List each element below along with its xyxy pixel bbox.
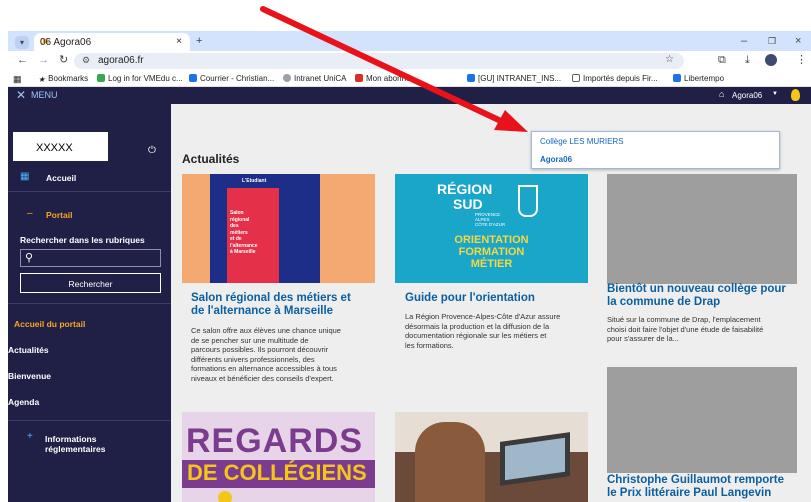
card-text-salon: Ce salon offre aux élèves une chance uni…	[191, 326, 341, 383]
divider	[8, 420, 171, 421]
card-image-regards[interactable]: REGARDS DE COLLÉGIENS	[182, 412, 375, 502]
bookmark-item[interactable]: Intranet UniCA	[283, 74, 346, 83]
sidebar-item-informations[interactable]: Informations	[45, 434, 96, 444]
minimize-icon[interactable]: –	[741, 36, 747, 47]
card-text-orientation: La Région Provence-Alpes-Côte d'Azur ass…	[405, 312, 561, 350]
dropdown-item-agora06[interactable]: Agora06	[540, 155, 572, 164]
restore-icon[interactable]: ❐	[768, 37, 776, 46]
address-bar[interactable]: ⚙ agora06.fr ☆	[74, 53, 684, 69]
page-title: Actualités	[182, 152, 240, 166]
site-info-icon[interactable]: ⚙	[82, 55, 90, 66]
bookmark-item[interactable]: ★ Bookmarks	[38, 74, 88, 84]
browser-tab[interactable]: 06 06 Agora06 ×	[34, 33, 190, 51]
card-image-guillaumot[interactable]	[607, 367, 797, 473]
plus-icon[interactable]: +	[27, 431, 33, 442]
poster-logo: L'Etudiant	[242, 178, 267, 184]
home-icon: ⌂	[719, 89, 725, 99]
chevron-down-icon[interactable]: ▼	[772, 91, 778, 97]
sidebar-item-informations-line2[interactable]: réglementaires	[45, 444, 105, 454]
sidebar-item-actualites[interactable]: Actualités	[8, 345, 49, 355]
card-title-salon[interactable]: Salon régional des métiers et de l'altern…	[191, 292, 371, 318]
close-window-icon[interactable]: ×	[795, 36, 801, 47]
sidebar-item-agenda[interactable]: Agenda	[8, 397, 39, 407]
poster-regards-title: REGARDS	[186, 422, 364, 460]
card-title-guillaumot[interactable]: Christophe Guillaumot remporte le Prix li…	[607, 474, 811, 500]
card-image-salon[interactable]: L'Etudiant Salon régional des métiers et de l…	[182, 174, 375, 283]
poster-orientation-text: ORIENTATION FORMATION MÉTIER	[454, 234, 529, 270]
poster-region-sub: SUD	[453, 196, 483, 212]
search-heading: Rechercher dans les rubriques	[20, 235, 145, 245]
card-image-orientation[interactable]: RÉGION SUD PROVENCE ALPES CÔTE D'AZUR ORIE…	[395, 174, 588, 283]
reload-icon[interactable]: ↻	[59, 55, 68, 66]
poster-region-title: RÉGION	[437, 181, 493, 197]
bookmark-item[interactable]: [GU] INTRANET_INS...	[467, 74, 561, 83]
sidebar: XXXXX ⏻ ▦ Accueil – Portail Rechercher d…	[8, 104, 171, 502]
close-menu-icon[interactable]: ✕	[16, 88, 26, 102]
tab-search-icon[interactable]: ▾	[15, 36, 29, 49]
card-title-drap[interactable]: Bientôt un nouveau collège pour la commun…	[607, 283, 807, 309]
divider	[8, 191, 171, 192]
poster-regards-subtitle: DE COLLÉGIENS	[187, 460, 367, 485]
poster-text: Salon régional des métiers et de l'alternance…	[230, 210, 258, 255]
sidebar-item-bienvenue[interactable]: Bienvenue	[8, 371, 51, 381]
extensions-icon[interactable]: ⧉	[718, 55, 726, 66]
poster-region-names: PROVENCE ALPES CÔTE D'AZUR	[475, 212, 506, 227]
dropdown-item-college[interactable]: Collège LES MURIERS	[540, 137, 624, 146]
tab-close-icon[interactable]: ×	[176, 36, 182, 47]
bookmark-item[interactable]: Courrier - Christian...	[189, 74, 274, 83]
site-topbar: ✕ MENU ⌂ Agora06 ▼	[8, 87, 811, 104]
site-switcher[interactable]: Agora06	[732, 91, 762, 100]
bookmark-item[interactable]: Log in for VMEdu c...	[97, 74, 183, 83]
bookmark-star-icon[interactable]: ☆	[665, 54, 674, 65]
bookmark-item[interactable]: Libertempo	[673, 74, 724, 83]
card-title-orientation[interactable]: Guide pour l'orientation	[405, 292, 535, 305]
search-button[interactable]: Rechercher	[20, 273, 161, 293]
forward-icon[interactable]: →	[38, 55, 49, 66]
home-grid-icon: ▦	[20, 171, 30, 182]
region-emblem-icon	[518, 185, 538, 217]
divider	[8, 303, 171, 304]
username: XXXXX	[36, 142, 73, 154]
menu-label[interactable]: MENU	[31, 90, 58, 100]
new-tab-icon[interactable]: +	[196, 36, 202, 47]
back-icon[interactable]: ←	[17, 55, 28, 66]
search-input[interactable]: ⚲	[20, 249, 161, 267]
browser-menu-icon[interactable]: ⋮	[796, 55, 807, 66]
sidebar-item-accueil-portail[interactable]: Accueil du portail	[14, 319, 85, 329]
search-button-label: Rechercher	[68, 279, 113, 289]
apps-icon[interactable]: ▦	[13, 74, 22, 85]
tab-title: 06 Agora06	[40, 37, 92, 48]
minus-icon[interactable]: –	[27, 208, 33, 219]
play-icon	[218, 491, 232, 502]
logout-icon[interactable]: ⏻	[148, 145, 156, 156]
user-icon[interactable]	[791, 89, 800, 101]
search-icon: ⚲	[25, 252, 34, 264]
card-text-drap: Situé sur la commune de Drap, l'emplacem…	[607, 315, 764, 343]
bookmark-item[interactable]: Mon abonne	[355, 74, 410, 83]
sidebar-item-portail[interactable]: Portail	[46, 210, 72, 220]
card-image-laptop[interactable]	[395, 412, 588, 502]
profile-avatar[interactable]	[765, 54, 777, 66]
url-text: agora06.fr	[98, 55, 144, 66]
site-dropdown-menu: Collège LES MURIERS Agora06	[531, 131, 780, 169]
sidebar-item-accueil[interactable]: Accueil	[46, 173, 76, 183]
download-icon[interactable]: ⤓	[745, 55, 750, 66]
card-image-drap[interactable]	[607, 174, 797, 284]
bookmark-item[interactable]: Importés depuis Fir...	[572, 74, 658, 83]
bookmarks-bar: ▦ ★ Bookmarks Log in for VMEdu c... Courr…	[8, 71, 811, 87]
